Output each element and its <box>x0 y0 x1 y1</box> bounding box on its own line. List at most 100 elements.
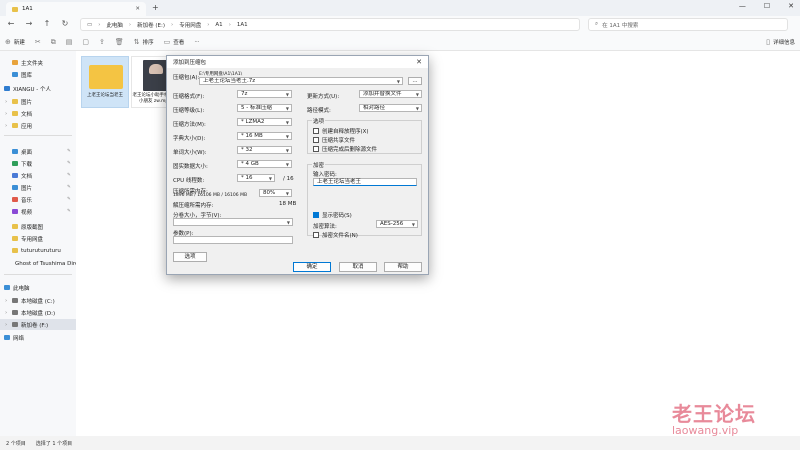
sidebar-item[interactable]: 专用网盘 <box>0 233 76 244</box>
mem-percent-select[interactable]: 80% ▼ <box>259 189 292 197</box>
cancel-button[interactable]: 取消 <box>339 262 377 272</box>
sidebar-item[interactable]: 下载 ✎ <box>0 158 76 169</box>
format-select[interactable]: 7z ▼ <box>237 90 292 98</box>
sidebar-item[interactable]: 桌面 ✎ <box>0 146 76 157</box>
solid-select[interactable]: * 4 GB ▼ <box>237 160 292 168</box>
sidebar-item[interactable]: 图片 ✎ <box>0 182 76 193</box>
sidebar-item[interactable]: › 应用 <box>0 120 76 131</box>
chevron-right-icon[interactable]: › <box>5 123 7 129</box>
sidebar-item[interactable]: tuturuturuturu <box>0 245 76 256</box>
share-icon[interactable]: ⇪ <box>94 38 110 46</box>
pin-icon[interactable]: ✎ <box>67 209 71 214</box>
path-select[interactable]: 相对路径 ▼ <box>359 104 422 112</box>
paste-icon[interactable]: ▤ <box>61 38 78 46</box>
sidebar-item[interactable]: 图库 <box>0 69 76 80</box>
password-input[interactable]: 上老王论坛当老王 <box>313 178 417 186</box>
word-select[interactable]: * 32 ▼ <box>237 146 292 154</box>
method-select[interactable]: * LZMA2 ▼ <box>237 118 292 126</box>
encrypt-names-checkbox[interactable]: 加密文件名(N) <box>313 231 358 239</box>
pin-icon[interactable]: ✎ <box>67 185 71 190</box>
sfx-checkbox[interactable]: 创建自释放程序(X) <box>313 127 369 135</box>
archive-label: 压缩包(A): <box>173 75 200 81</box>
cpu-select[interactable]: * 16 ▼ <box>237 174 275 182</box>
sidebar-item[interactable]: ›网络 <box>0 332 76 343</box>
folder-icon <box>4 285 10 290</box>
breadcrumb-segment[interactable]: 此电脑 <box>106 21 123 29</box>
chevron-right-icon[interactable]: › <box>5 298 7 304</box>
params-input[interactable] <box>173 236 293 244</box>
pin-icon[interactable]: ✎ <box>67 197 71 202</box>
dict-label: 字典大小(D): <box>173 136 206 142</box>
breadcrumb-segment[interactable]: 新加卷 (E:) <box>137 21 165 29</box>
copy-icon[interactable]: ⧉ <box>46 38 61 47</box>
pin-icon[interactable]: ✎ <box>67 149 71 154</box>
breadcrumb-segment[interactable]: 专用网盘 <box>179 21 201 29</box>
chevron-right-icon[interactable]: › <box>5 111 7 117</box>
sidebar-item[interactable]: › 本地磁盘 (C:) <box>0 295 76 306</box>
browse-button[interactable]: ... <box>408 77 422 85</box>
view-button[interactable]: ▭ 查看 <box>159 38 190 46</box>
close-icon[interactable]: ✕ <box>416 58 422 66</box>
back-icon[interactable]: ← <box>4 19 18 28</box>
sidebar-item[interactable]: 主文件夹 <box>0 57 76 68</box>
update-select[interactable]: 添加并替换文件 ▼ <box>359 90 422 98</box>
breadcrumb-segment[interactable]: A1 <box>215 22 222 28</box>
sidebar-item[interactable]: › 本地磁盘 (D:) <box>0 307 76 318</box>
archive-name-field[interactable]: 上老王论坛当老王.7z ▼ <box>199 77 403 85</box>
chevron-right-icon[interactable]: › <box>5 322 7 328</box>
breadcrumb-segment[interactable]: 1A1 <box>237 22 248 28</box>
sidebar-item[interactable]: 文档 ✎ <box>0 170 76 181</box>
sidebar-item[interactable]: › 新加卷 (F:) <box>0 319 76 330</box>
help-button[interactable]: 帮助 <box>384 262 422 272</box>
close-window-icon[interactable]: ✕ <box>788 2 794 10</box>
tab-1a1[interactable]: 1A1 ✕ <box>6 2 146 16</box>
cut-icon[interactable]: ✂ <box>30 38 46 46</box>
sidebar-item[interactable]: Ghost of Tsushima Dire <box>0 258 76 269</box>
watermark-url: laowang.vip <box>672 424 739 437</box>
more-button[interactable]: ··· <box>189 39 204 45</box>
status-bar: 2 个项目 选择了 1 个项目 <box>0 436 800 450</box>
sidebar-item[interactable]: 音乐 ✎ <box>0 194 76 205</box>
sort-button[interactable]: ⇅ 排序 <box>129 38 159 46</box>
folder-icon <box>12 298 18 303</box>
close-tab-icon[interactable]: ✕ <box>135 6 140 12</box>
sidebar-item[interactable]: › 文档 <box>0 108 76 119</box>
pin-icon[interactable]: ✎ <box>67 173 71 178</box>
enc-method-select[interactable]: AES-256 ▼ <box>376 220 418 228</box>
breadcrumb[interactable]: ▭ › 此电脑 › 新加卷 (E:) › 专用网盘 › A1 › 1A1 <box>80 18 580 31</box>
shared-files-checkbox[interactable]: 压缩共享文件 <box>313 136 355 144</box>
sidebar-item[interactable]: 原版截图 <box>0 221 76 232</box>
tab-title: 1A1 <box>22 6 33 12</box>
sidebar-item[interactable]: ›此电脑 <box>0 282 76 293</box>
sidebar-item-label: 主文件夹 <box>21 60 44 67</box>
forward-icon[interactable]: → <box>22 19 36 28</box>
level-select[interactable]: 5 - 标准压缩 ▼ <box>237 104 292 112</box>
pin-icon[interactable]: ✎ <box>67 161 71 166</box>
address-bar-row: ← → ↑ ↻ ▭ › 此电脑 › 新加卷 (E:) › 专用网盘 › A1 ›… <box>0 16 800 34</box>
show-password-checkbox[interactable]: 显示密码(S) <box>313 211 352 219</box>
delete-after-checkbox[interactable]: 压缩完成后删除源文件 <box>313 145 377 153</box>
rename-icon[interactable]: ▢ <box>77 38 94 46</box>
sidebar-item[interactable]: › 图片 <box>0 96 76 107</box>
up-icon[interactable]: ↑ <box>40 19 54 28</box>
sidebar-item[interactable]: 视频 ✎ <box>0 206 76 217</box>
chevron-right-icon[interactable]: › <box>5 99 7 105</box>
delete-icon[interactable]: 🗑 <box>110 38 129 46</box>
ok-button[interactable]: 确定 <box>293 262 331 272</box>
search-input[interactable]: ⌕ 在 1A1 中搜索 <box>588 18 788 31</box>
minimize-icon[interactable]: — <box>739 2 746 10</box>
split-select[interactable]: ▼ <box>173 218 293 226</box>
sidebar-item[interactable]: ›XIANGU - 个人 <box>0 83 76 94</box>
details-pane-icon: ▯ <box>766 38 770 46</box>
maximize-icon[interactable]: ☐ <box>764 2 770 10</box>
folder-icon <box>4 86 10 91</box>
folder-icon <box>12 224 18 229</box>
dict-select[interactable]: * 16 MB ▼ <box>237 132 292 140</box>
options-button[interactable]: 选项 <box>173 252 207 262</box>
folder-item[interactable]: 上老王论坛当老王 <box>81 56 129 108</box>
new-tab-icon[interactable]: + <box>152 3 159 12</box>
new-button[interactable]: ⊕ 新建 <box>0 38 30 46</box>
details-button[interactable]: ▯ 详细信息 <box>761 38 800 46</box>
refresh-icon[interactable]: ↻ <box>58 19 72 28</box>
chevron-right-icon[interactable]: › <box>5 310 7 316</box>
